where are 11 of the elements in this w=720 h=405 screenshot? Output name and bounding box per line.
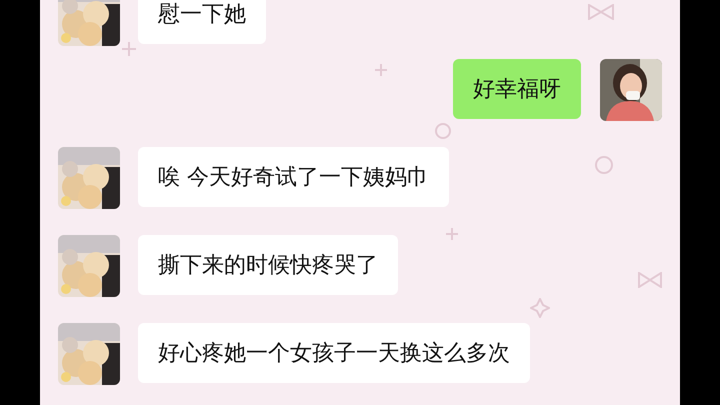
bow-icon [588,4,614,20]
sparkle-icon [530,298,550,318]
bow-icon [638,272,662,288]
message-bubble: 撕下来的时候快疼哭了 [138,235,398,295]
plus-icon [446,228,458,240]
plus-icon [375,64,387,76]
message-bubble: 慰一下她 [138,0,266,44]
message-bubble: 唉 今天好奇试了一下姨妈巾 [138,147,449,207]
message-bubble: 好幸福呀 [453,59,581,119]
plus-icon [122,42,136,56]
message-bubble: 好心疼她一个女孩子一天换这么多次 [138,323,530,383]
